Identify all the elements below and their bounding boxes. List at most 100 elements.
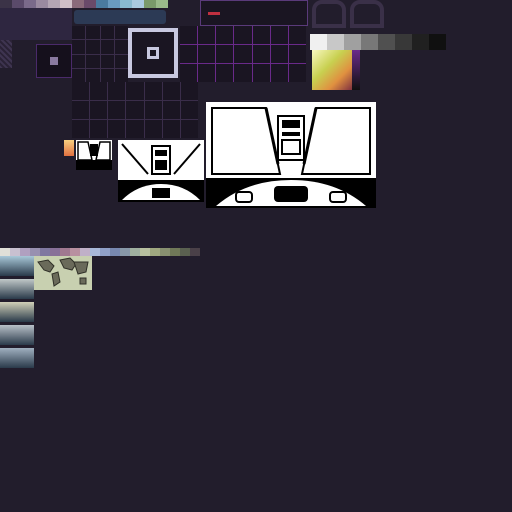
ship-cockpit-sprite-small bbox=[118, 140, 204, 202]
ui-tile bbox=[126, 101, 144, 119]
gray-swatch bbox=[327, 34, 344, 50]
left-tile-block bbox=[0, 8, 72, 40]
left-hatched-tile bbox=[0, 40, 12, 68]
palette-swatch bbox=[156, 0, 168, 8]
ui-tile bbox=[180, 26, 198, 44]
ui-tile bbox=[198, 64, 216, 82]
ui-tile bbox=[252, 45, 270, 63]
ui-tile bbox=[252, 26, 270, 44]
ui-tile bbox=[162, 82, 180, 100]
palette-swatch bbox=[40, 248, 50, 256]
scene-thumbnail bbox=[0, 325, 34, 345]
ui-tile bbox=[100, 68, 114, 82]
red-indicator bbox=[208, 12, 220, 15]
palette-swatch bbox=[12, 0, 24, 8]
palette-swatch bbox=[130, 248, 140, 256]
gray-swatch bbox=[344, 34, 361, 50]
ui-tile bbox=[270, 45, 288, 63]
mid-palette-strip bbox=[0, 248, 200, 256]
ui-tile bbox=[90, 120, 108, 138]
ui-tile bbox=[162, 120, 180, 138]
gray-gradient-strip bbox=[310, 34, 446, 50]
ui-tile bbox=[288, 64, 306, 82]
palette-swatch bbox=[0, 0, 12, 8]
palette-swatch bbox=[144, 0, 156, 8]
palette-swatch bbox=[120, 248, 130, 256]
ui-tile bbox=[100, 26, 114, 40]
ui-tile bbox=[108, 101, 126, 119]
palette-swatch bbox=[48, 0, 60, 8]
ui-tile bbox=[108, 120, 126, 138]
ui-tile-grid bbox=[72, 26, 128, 82]
ui-tile bbox=[114, 26, 128, 40]
scene-thumbnail bbox=[0, 256, 34, 276]
ui-tile bbox=[72, 82, 90, 100]
ui-tile bbox=[100, 54, 114, 68]
rounded-frame-icon bbox=[350, 0, 384, 28]
ui-tile bbox=[72, 26, 86, 40]
ui-tile bbox=[162, 101, 180, 119]
ui-tile bbox=[144, 101, 162, 119]
color-gradient-panel bbox=[310, 34, 446, 90]
ui-tile bbox=[114, 68, 128, 82]
lower-tile-grid bbox=[72, 82, 198, 138]
scene-thumbnail bbox=[0, 279, 34, 299]
scene-thumbnail bbox=[0, 302, 34, 322]
ui-tile bbox=[114, 54, 128, 68]
ui-tile bbox=[144, 82, 162, 100]
square-icon-tile bbox=[36, 44, 72, 78]
world-map-thumbnail bbox=[34, 256, 92, 290]
palette-swatch bbox=[80, 248, 90, 256]
ui-tile bbox=[86, 54, 100, 68]
scene-thumbnails bbox=[0, 256, 34, 372]
ui-tile bbox=[288, 45, 306, 63]
ui-tile bbox=[180, 120, 198, 138]
palette-swatch bbox=[160, 248, 170, 256]
palette-swatch bbox=[132, 0, 144, 8]
ui-tile bbox=[252, 64, 270, 82]
orange-sprite-tile bbox=[64, 140, 74, 156]
ui-tile bbox=[90, 82, 108, 100]
rounded-frame-icon bbox=[312, 0, 346, 28]
palette-swatch bbox=[60, 0, 72, 8]
ui-tile bbox=[288, 26, 306, 44]
ui-tile bbox=[72, 101, 90, 119]
palette-swatch bbox=[84, 0, 96, 8]
ui-tile bbox=[72, 120, 90, 138]
palette-swatch bbox=[140, 248, 150, 256]
ui-tile bbox=[126, 82, 144, 100]
ui-tile bbox=[100, 40, 114, 54]
blue-button-bar bbox=[74, 10, 166, 24]
palette-swatch bbox=[72, 0, 84, 8]
palette-swatch bbox=[150, 248, 160, 256]
ui-tile bbox=[72, 40, 86, 54]
gray-swatch bbox=[429, 34, 446, 50]
top-palette-strip bbox=[0, 0, 168, 8]
ui-tile bbox=[144, 120, 162, 138]
ui-tile bbox=[234, 26, 252, 44]
palette-swatch bbox=[30, 248, 40, 256]
ui-tile bbox=[216, 26, 234, 44]
ui-tile bbox=[86, 26, 100, 40]
ship-cockpit-sprite-large bbox=[206, 102, 376, 208]
sprite-sheet bbox=[0, 0, 512, 512]
palette-swatch bbox=[90, 248, 100, 256]
ui-tile bbox=[90, 101, 108, 119]
ui-tile bbox=[216, 64, 234, 82]
ui-tile bbox=[108, 82, 126, 100]
gray-swatch bbox=[361, 34, 378, 50]
palette-swatch bbox=[108, 0, 120, 8]
palette-swatch bbox=[110, 248, 120, 256]
ui-tile bbox=[86, 40, 100, 54]
palette-swatch bbox=[190, 248, 200, 256]
gray-swatch bbox=[395, 34, 412, 50]
palette-swatch bbox=[10, 248, 20, 256]
gray-swatch bbox=[310, 34, 327, 50]
ui-tile bbox=[180, 45, 198, 63]
ui-tile bbox=[198, 45, 216, 63]
ui-tile bbox=[114, 40, 128, 54]
ui-tile bbox=[72, 68, 86, 82]
gray-swatch bbox=[412, 34, 429, 50]
ui-tile bbox=[270, 64, 288, 82]
ui-tile bbox=[216, 45, 234, 63]
